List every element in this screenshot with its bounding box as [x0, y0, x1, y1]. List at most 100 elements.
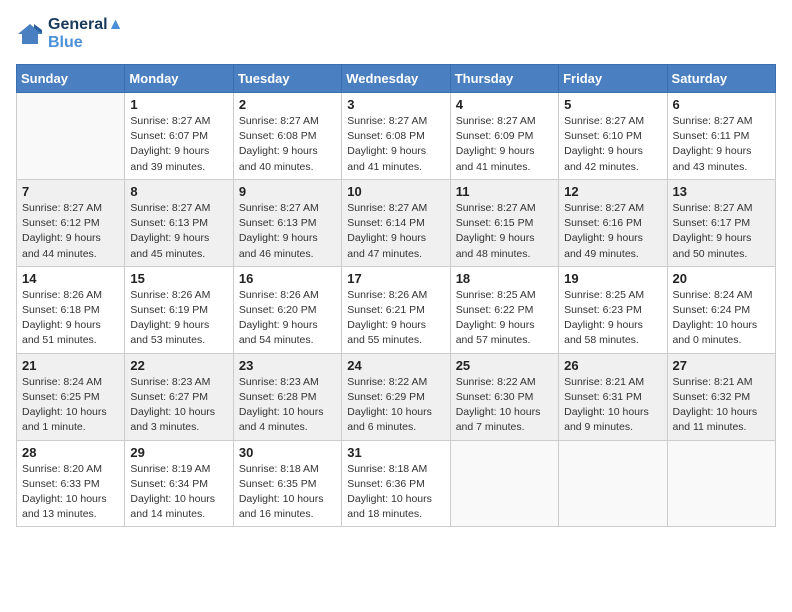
- weekday-header-wednesday: Wednesday: [342, 65, 450, 93]
- day-info: Sunrise: 8:27 AMSunset: 6:08 PMDaylight:…: [239, 114, 336, 175]
- day-number: 24: [347, 358, 444, 373]
- day-number: 27: [673, 358, 770, 373]
- weekday-header-tuesday: Tuesday: [233, 65, 341, 93]
- calendar-cell: 24 Sunrise: 8:22 AMSunset: 6:29 PMDayligh…: [342, 353, 450, 440]
- weekday-header-monday: Monday: [125, 65, 233, 93]
- weekday-header-thursday: Thursday: [450, 65, 558, 93]
- day-number: 3: [347, 97, 444, 112]
- calendar-cell: 7 Sunrise: 8:27 AMSunset: 6:12 PMDaylight…: [17, 179, 125, 266]
- calendar-cell: 12 Sunrise: 8:27 AMSunset: 6:16 PMDayligh…: [559, 179, 667, 266]
- day-info: Sunrise: 8:27 AMSunset: 6:13 PMDaylight:…: [239, 201, 336, 262]
- calendar-cell: [17, 93, 125, 180]
- day-info: Sunrise: 8:24 AMSunset: 6:24 PMDaylight:…: [673, 288, 770, 349]
- day-info: Sunrise: 8:27 AMSunset: 6:17 PMDaylight:…: [673, 201, 770, 262]
- day-info: Sunrise: 8:27 AMSunset: 6:15 PMDaylight:…: [456, 201, 553, 262]
- calendar-cell: 3 Sunrise: 8:27 AMSunset: 6:08 PMDaylight…: [342, 93, 450, 180]
- weekday-header-saturday: Saturday: [667, 65, 775, 93]
- day-number: 6: [673, 97, 770, 112]
- calendar-cell: 8 Sunrise: 8:27 AMSunset: 6:13 PMDaylight…: [125, 179, 233, 266]
- calendar-cell: 11Sunrise: 8:27 AMSunset: 6:15 PMDayligh…: [450, 179, 558, 266]
- calendar-cell: 13 Sunrise: 8:27 AMSunset: 6:17 PMDayligh…: [667, 179, 775, 266]
- calendar-cell: 1 Sunrise: 8:27 AMSunset: 6:07 PMDaylight…: [125, 93, 233, 180]
- day-number: 19: [564, 271, 661, 286]
- day-number: 20: [673, 271, 770, 286]
- day-info: Sunrise: 8:27 AMSunset: 6:14 PMDaylight:…: [347, 201, 444, 262]
- day-info: Sunrise: 8:26 AMSunset: 6:19 PMDaylight:…: [130, 288, 227, 349]
- calendar-week-row: 21Sunrise: 8:24 AMSunset: 6:25 PMDayligh…: [17, 353, 776, 440]
- calendar-cell: [667, 440, 775, 527]
- day-number: 13: [673, 184, 770, 199]
- day-info: Sunrise: 8:26 AMSunset: 6:20 PMDaylight:…: [239, 288, 336, 349]
- calendar-cell: 23 Sunrise: 8:23 AMSunset: 6:28 PMDayligh…: [233, 353, 341, 440]
- day-info: Sunrise: 8:19 AMSunset: 6:34 PMDaylight:…: [130, 462, 227, 523]
- calendar-cell: 4 Sunrise: 8:27 AMSunset: 6:09 PMDaylight…: [450, 93, 558, 180]
- day-info: Sunrise: 8:18 AMSunset: 6:35 PMDaylight:…: [239, 462, 336, 523]
- day-number: 7: [22, 184, 119, 199]
- day-number: 25: [456, 358, 553, 373]
- day-number: 5: [564, 97, 661, 112]
- calendar-cell: [559, 440, 667, 527]
- day-number: 31: [347, 445, 444, 460]
- day-info: Sunrise: 8:27 AMSunset: 6:11 PMDaylight:…: [673, 114, 770, 175]
- day-info: Sunrise: 8:27 AMSunset: 6:12 PMDaylight:…: [22, 201, 119, 262]
- day-info: Sunrise: 8:27 AMSunset: 6:08 PMDaylight:…: [347, 114, 444, 175]
- day-number: 22: [130, 358, 227, 373]
- day-info: Sunrise: 8:21 AMSunset: 6:32 PMDaylight:…: [673, 375, 770, 436]
- day-number: 10: [347, 184, 444, 199]
- calendar-week-row: 7 Sunrise: 8:27 AMSunset: 6:12 PMDaylight…: [17, 179, 776, 266]
- calendar-cell: 19 Sunrise: 8:25 AMSunset: 6:23 PMDayligh…: [559, 266, 667, 353]
- day-number: 16: [239, 271, 336, 286]
- calendar-cell: 21Sunrise: 8:24 AMSunset: 6:25 PMDayligh…: [17, 353, 125, 440]
- calendar-cell: 25 Sunrise: 8:22 AMSunset: 6:30 PMDayligh…: [450, 353, 558, 440]
- calendar-cell: [450, 440, 558, 527]
- day-number: 30: [239, 445, 336, 460]
- day-info: Sunrise: 8:26 AMSunset: 6:18 PMDaylight:…: [22, 288, 119, 349]
- calendar-cell: 10 Sunrise: 8:27 AMSunset: 6:14 PMDayligh…: [342, 179, 450, 266]
- day-info: Sunrise: 8:23 AMSunset: 6:28 PMDaylight:…: [239, 375, 336, 436]
- day-number: 28: [22, 445, 119, 460]
- calendar-cell: 15 Sunrise: 8:26 AMSunset: 6:19 PMDayligh…: [125, 266, 233, 353]
- day-number: 26: [564, 358, 661, 373]
- day-number: 1: [130, 97, 227, 112]
- calendar-cell: 16 Sunrise: 8:26 AMSunset: 6:20 PMDayligh…: [233, 266, 341, 353]
- day-info: Sunrise: 8:25 AMSunset: 6:22 PMDaylight:…: [456, 288, 553, 349]
- day-info: Sunrise: 8:27 AMSunset: 6:10 PMDaylight:…: [564, 114, 661, 175]
- weekday-header-sunday: Sunday: [17, 65, 125, 93]
- calendar-cell: 5 Sunrise: 8:27 AMSunset: 6:10 PMDaylight…: [559, 93, 667, 180]
- day-number: 21: [22, 358, 119, 373]
- day-info: Sunrise: 8:22 AMSunset: 6:30 PMDaylight:…: [456, 375, 553, 436]
- calendar-cell: 29 Sunrise: 8:19 AMSunset: 6:34 PMDayligh…: [125, 440, 233, 527]
- day-number: 12: [564, 184, 661, 199]
- day-number: 9: [239, 184, 336, 199]
- day-number: 14: [22, 271, 119, 286]
- day-number: 15: [130, 271, 227, 286]
- calendar-cell: 6 Sunrise: 8:27 AMSunset: 6:11 PMDaylight…: [667, 93, 775, 180]
- calendar-week-row: 28Sunrise: 8:20 AMSunset: 6:33 PMDayligh…: [17, 440, 776, 527]
- day-info: Sunrise: 8:18 AMSunset: 6:36 PMDaylight:…: [347, 462, 444, 523]
- day-number: 17: [347, 271, 444, 286]
- day-info: Sunrise: 8:27 AMSunset: 6:07 PMDaylight:…: [130, 114, 227, 175]
- day-number: 23: [239, 358, 336, 373]
- logo-icon: [16, 20, 44, 48]
- day-info: Sunrise: 8:21 AMSunset: 6:31 PMDaylight:…: [564, 375, 661, 436]
- day-number: 8: [130, 184, 227, 199]
- calendar-cell: 22 Sunrise: 8:23 AMSunset: 6:27 PMDayligh…: [125, 353, 233, 440]
- day-info: Sunrise: 8:26 AMSunset: 6:21 PMDaylight:…: [347, 288, 444, 349]
- calendar-cell: 26 Sunrise: 8:21 AMSunset: 6:31 PMDayligh…: [559, 353, 667, 440]
- day-info: Sunrise: 8:27 AMSunset: 6:13 PMDaylight:…: [130, 201, 227, 262]
- day-number: 4: [456, 97, 553, 112]
- calendar-cell: 20 Sunrise: 8:24 AMSunset: 6:24 PMDayligh…: [667, 266, 775, 353]
- day-info: Sunrise: 8:23 AMSunset: 6:27 PMDaylight:…: [130, 375, 227, 436]
- day-info: Sunrise: 8:27 AMSunset: 6:16 PMDaylight:…: [564, 201, 661, 262]
- calendar-table: SundayMondayTuesdayWednesdayThursdayFrid…: [16, 64, 776, 527]
- logo-text: General▲ Blue: [48, 16, 123, 52]
- day-number: 18: [456, 271, 553, 286]
- calendar-cell: 9 Sunrise: 8:27 AMSunset: 6:13 PMDaylight…: [233, 179, 341, 266]
- day-info: Sunrise: 8:27 AMSunset: 6:09 PMDaylight:…: [456, 114, 553, 175]
- weekday-header-friday: Friday: [559, 65, 667, 93]
- day-number: 29: [130, 445, 227, 460]
- day-info: Sunrise: 8:25 AMSunset: 6:23 PMDaylight:…: [564, 288, 661, 349]
- day-info: Sunrise: 8:22 AMSunset: 6:29 PMDaylight:…: [347, 375, 444, 436]
- calendar-week-row: 1 Sunrise: 8:27 AMSunset: 6:07 PMDaylight…: [17, 93, 776, 180]
- calendar-cell: 30 Sunrise: 8:18 AMSunset: 6:35 PMDayligh…: [233, 440, 341, 527]
